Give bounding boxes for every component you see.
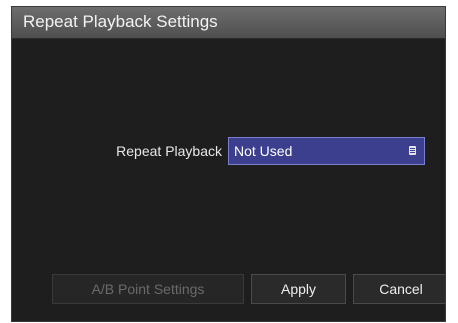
apply-button[interactable]: Apply (251, 274, 346, 304)
ab-point-settings-button[interactable]: A/B Point Settings (52, 274, 244, 304)
dialog-title-bar: Repeat Playback Settings (12, 7, 445, 39)
dropdown-list-icon (409, 146, 416, 155)
repeat-playback-settings-dialog: Repeat Playback Settings Repeat Playback… (11, 6, 446, 322)
repeat-playback-select[interactable]: Not Used (228, 137, 425, 165)
cancel-button[interactable]: Cancel (353, 274, 445, 304)
repeat-playback-label: Repeat Playback (116, 143, 222, 159)
repeat-playback-selected-value: Not Used (234, 143, 293, 159)
dialog-title: Repeat Playback Settings (23, 12, 218, 31)
